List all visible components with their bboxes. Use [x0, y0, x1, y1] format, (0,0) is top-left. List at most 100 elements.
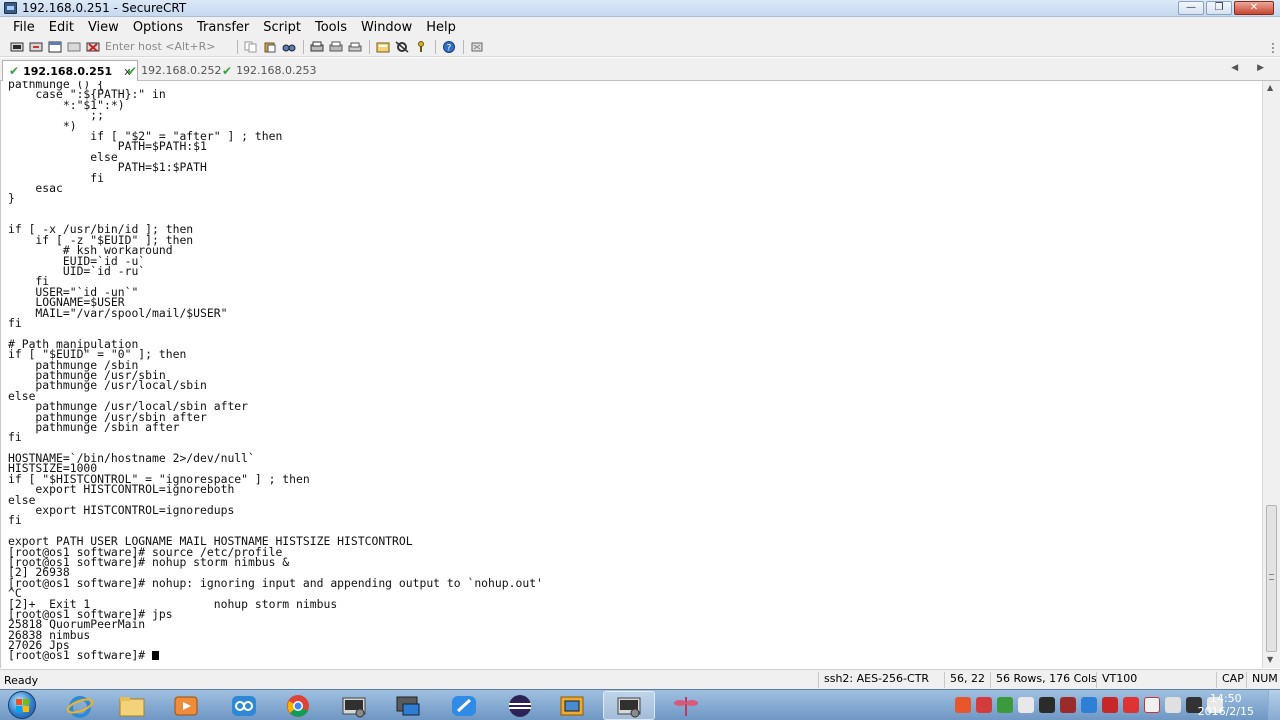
- connect-icon[interactable]: [8, 39, 26, 55]
- print-icon[interactable]: [308, 39, 326, 55]
- tab-session-253[interactable]: ✔ 192.168.0.253: [216, 60, 323, 81]
- disconnect-icon[interactable]: [84, 39, 102, 55]
- taskbar-clock[interactable]: 14:50 2016/2/15: [1198, 692, 1254, 718]
- status-cursor-position: 56, 22: [944, 672, 990, 688]
- session-tab-bar: ✔ 192.168.0.251 x ✔ 192.168.0.252 ✔ 192.…: [0, 58, 1280, 81]
- feather-icon: [452, 695, 476, 716]
- scroll-up-arrow-icon[interactable]: ▲: [1267, 83, 1273, 92]
- tray-app2-icon[interactable]: [1123, 697, 1139, 713]
- status-ready: Ready: [4, 674, 39, 687]
- securecrt-app-icon[interactable]: [4, 2, 17, 14]
- terminal-prompt-line: [root@os1 software]#: [8, 648, 543, 663]
- paste-icon[interactable]: [261, 39, 279, 55]
- minimize-button[interactable]: —: [1178, 1, 1204, 15]
- network-icon: [232, 695, 256, 716]
- system-tray: [955, 697, 1223, 713]
- terminal-screen[interactable]: pathmunge () { case ":${PATH}:" in *:"$1…: [0, 81, 1262, 668]
- shield-icon[interactable]: [1039, 697, 1055, 713]
- taskbar-media-player[interactable]: [160, 691, 212, 720]
- toolbar-separator: [463, 39, 464, 54]
- copy-icon[interactable]: [242, 39, 260, 55]
- menu-script[interactable]: Script: [256, 20, 308, 35]
- quick-connect-icon[interactable]: [27, 39, 45, 55]
- taskbar-securecrt-tool[interactable]: [328, 691, 380, 720]
- taskbar-network-app[interactable]: [218, 691, 270, 720]
- chrome-icon: [287, 694, 309, 717]
- shell-prompt: [root@os1 software]#: [8, 648, 153, 663]
- global-options-icon[interactable]: [393, 39, 411, 55]
- menu-file[interactable]: File: [6, 20, 42, 35]
- tab-scroll-arrows[interactable]: ◀ ▶: [1231, 63, 1272, 73]
- title-bar: 192.168.0.251 - SecureCRT — ❐ ✕: [0, 0, 1280, 17]
- antivirus-icon[interactable]: [976, 697, 992, 713]
- tab-session-252[interactable]: ✔ 192.168.0.252: [121, 60, 228, 81]
- start-button[interactable]: [8, 691, 36, 719]
- toolbar-grip[interactable]: [1272, 43, 1278, 53]
- toolbar: ?: [0, 37, 1280, 57]
- windows-icon[interactable]: [1018, 697, 1034, 713]
- tray-app3-icon[interactable]: [1144, 697, 1160, 713]
- cloud-icon[interactable]: [1081, 697, 1097, 713]
- session-options-icon[interactable]: [374, 39, 392, 55]
- print-selection-icon[interactable]: [327, 39, 345, 55]
- connect-in-tab-icon[interactable]: [46, 39, 64, 55]
- terminal-line: UID=`id -ru`: [8, 264, 146, 279]
- terminal-line: export HISTCONTROL=ignoredups: [8, 503, 235, 518]
- flag-icon[interactable]: [1165, 697, 1181, 713]
- tray-app-icon[interactable]: [997, 697, 1013, 713]
- host-input[interactable]: [103, 38, 233, 55]
- clock-time: 14:50: [1209, 692, 1242, 705]
- close-button[interactable]: ✕: [1234, 1, 1274, 15]
- taskbar-xmind[interactable]: [660, 691, 712, 720]
- menu-tools[interactable]: Tools: [308, 20, 354, 35]
- scrollbar-thumb[interactable]: [1266, 505, 1277, 652]
- taskbar-file-explorer[interactable]: [106, 691, 158, 720]
- menu-view[interactable]: View: [81, 20, 126, 35]
- securecrt-icon: [617, 697, 641, 717]
- help-icon[interactable]: ?: [440, 39, 458, 55]
- terminal-line: [root@os1 software]# nohup storm nimbus …: [8, 554, 290, 569]
- menu-help[interactable]: Help: [419, 20, 463, 35]
- tab-session-251[interactable]: ✔ 192.168.0.251 x: [2, 60, 138, 81]
- print-setup-icon[interactable]: [346, 39, 364, 55]
- taskbar-remote-app[interactable]: [382, 691, 434, 720]
- terminal-scrollbar[interactable]: ▲ ▼: [1262, 81, 1280, 668]
- status-emulation: VT100: [1096, 672, 1216, 688]
- menu-bar: File Edit View Options Transfer Script T…: [0, 17, 1280, 37]
- toolbar-separator: [237, 39, 238, 54]
- eclipse-icon: [509, 694, 531, 717]
- toolbar-separator: [435, 39, 436, 54]
- menu-edit[interactable]: Edit: [42, 20, 81, 35]
- menu-options[interactable]: Options: [126, 20, 190, 35]
- media-player-icon: [174, 696, 198, 715]
- menu-transfer[interactable]: Transfer: [190, 20, 256, 35]
- status-bar: Ready ssh2: AES-256-CTR 56, 22 56 Rows, …: [0, 669, 1280, 689]
- taskbar-virtualbox[interactable]: [546, 691, 598, 720]
- sogou-input-icon[interactable]: [955, 697, 971, 713]
- scrollbar-grip: [1269, 574, 1274, 580]
- find-icon[interactable]: [280, 39, 298, 55]
- scroll-down-arrow-icon[interactable]: ▼: [1267, 655, 1273, 664]
- terminal-line: pathmunge /usr/local/sbin: [8, 378, 207, 393]
- reconnect-icon[interactable]: [65, 39, 83, 55]
- lock-screen-icon[interactable]: [468, 39, 486, 55]
- key-icon[interactable]: [412, 39, 430, 55]
- connected-check-icon: ✔: [127, 63, 138, 78]
- taskbar-eclipse[interactable]: [494, 691, 546, 720]
- maximize-button[interactable]: ❐: [1206, 1, 1232, 15]
- taskbar-notes-app[interactable]: [438, 691, 490, 720]
- tray-red-icon[interactable]: [1102, 697, 1118, 713]
- security-icon[interactable]: [1060, 697, 1076, 713]
- folder-icon: [119, 696, 145, 716]
- internet-explorer-icon: [66, 695, 94, 718]
- taskbar-securecrt-active[interactable]: [603, 691, 655, 720]
- terminal-output: pathmunge () { case ":${PATH}:" in *:"$1…: [8, 81, 543, 661]
- tab-label: 192.168.0.251: [23, 64, 113, 78]
- show-desktop-button[interactable]: [1268, 690, 1280, 720]
- taskbar-internet-explorer[interactable]: [54, 691, 106, 720]
- menu-window[interactable]: Window: [354, 20, 419, 35]
- terminal-line: }: [8, 191, 15, 206]
- terminal-app-icon: [342, 697, 366, 717]
- taskbar-chrome[interactable]: [272, 691, 324, 720]
- tab-label: 192.168.0.252: [141, 64, 222, 77]
